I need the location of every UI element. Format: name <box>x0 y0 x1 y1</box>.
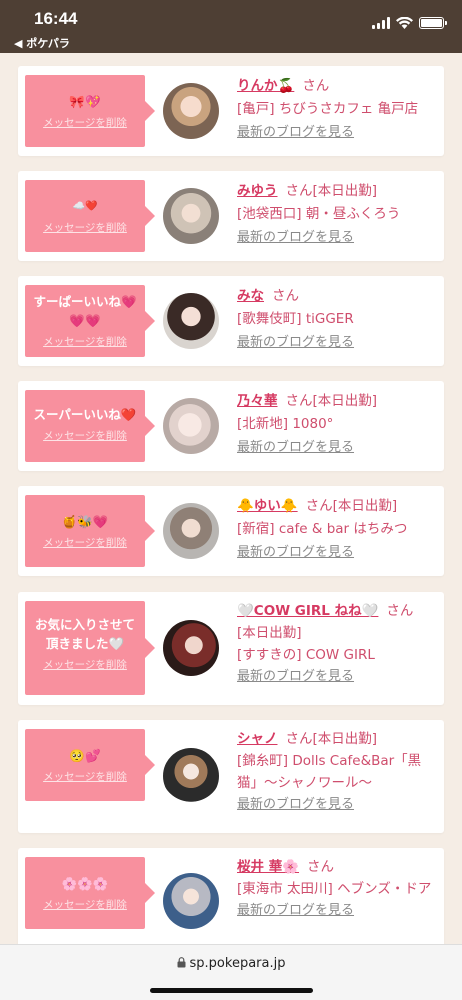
avatar[interactable] <box>163 503 219 559</box>
attendance-status: [本日出勤] <box>237 625 302 641</box>
shop-name: [池袋西口] 朝・昼ふくろう <box>237 206 401 222</box>
message-bubble: 🌸🌸🌸 メッセージを削除 <box>25 857 155 929</box>
message-bubble: すーぱーいいね💗 💗💗 メッセージを削除 <box>25 285 155 357</box>
latest-blog-link[interactable]: 最新のブログを見る <box>237 900 437 922</box>
delete-message-link[interactable]: メッセージを削除 <box>43 428 127 443</box>
cast-name-link[interactable]: みゆう <box>237 183 278 199</box>
status-icons <box>372 17 447 29</box>
card-info: みな さん [歌舞伎町] tiGGER 最新のブログを見る <box>237 285 437 354</box>
attendance-status: [本日出勤] <box>312 183 378 199</box>
status-bar: 16:44 ◀ ポケパラ <box>0 0 462 53</box>
cast-name-link[interactable]: シャノ <box>237 731 278 747</box>
attendance-status: [本日出勤] <box>312 393 378 409</box>
san-label: さん <box>386 603 414 619</box>
latest-blog-link[interactable]: 最新のブログを見る <box>237 436 437 459</box>
cast-name-link[interactable]: 🐥ゆい🐥 <box>237 498 298 514</box>
battery-icon <box>419 17 447 29</box>
san-label: さん <box>305 498 333 514</box>
card-info: 乃々華 さん[本日出勤] [北新地] 1080° 最新のブログを見る <box>237 390 437 459</box>
delete-message-link[interactable]: メッセージを削除 <box>43 115 127 130</box>
browser-bottom-bar: sp.pokepara.jp <box>0 944 462 1000</box>
cast-name-link[interactable]: みな <box>237 288 264 304</box>
message-text: 🎀💖 <box>69 94 101 109</box>
avatar[interactable] <box>163 293 219 349</box>
card-info: 桜井 華🌸 さん [東海市 太田川] ヘブンズ・ドア 最新のブログを見る <box>237 856 437 922</box>
message-card: すーぱーいいね💗 💗💗 メッセージを削除 みな さん [歌舞伎町] tiGGER … <box>18 276 444 366</box>
san-label: さん <box>307 859 335 875</box>
cast-name-link[interactable]: りんか🍒 <box>237 78 294 94</box>
cast-name-link[interactable]: 乃々華 <box>237 393 278 409</box>
avatar[interactable] <box>163 398 219 454</box>
shop-name: [北新地] 1080° <box>237 416 334 432</box>
cellular-signal-icon <box>372 17 390 29</box>
san-label: さん <box>285 183 313 199</box>
latest-blog-link[interactable]: 最新のブログを見る <box>237 541 437 564</box>
san-label: さん <box>285 731 313 747</box>
shop-name: [新宿] cafe & bar はちみつ <box>237 521 408 537</box>
latest-blog-link[interactable]: 最新のブログを見る <box>237 226 437 249</box>
message-bubble: 🥺💕 メッセージを削除 <box>25 729 155 801</box>
card-info: 🤍COW GIRL ねね🤍 さん [本日出勤] [すすきの] COW GIRL 最… <box>237 600 437 688</box>
cast-name-link[interactable]: 🤍COW GIRL ねね🤍 <box>237 603 378 619</box>
shop-name: [錦糸町] Dolls Cafe&Bar「黒猫」〜シャノワール〜 <box>237 753 422 791</box>
attendance-status: [本日出勤] <box>332 498 398 514</box>
home-indicator[interactable] <box>150 988 313 993</box>
latest-blog-link[interactable]: 最新のブログを見る <box>237 331 437 354</box>
message-text: スーパーいいね❤️ <box>33 407 137 422</box>
url-text: sp.pokepara.jp <box>189 956 286 971</box>
message-text: 🍯🐝💗 <box>61 514 109 529</box>
delete-message-link[interactable]: メッセージを削除 <box>43 657 127 672</box>
avatar[interactable] <box>163 83 219 139</box>
message-text: 🥺💕 <box>69 748 101 763</box>
avatar[interactable] <box>163 188 219 244</box>
message-bubble: お気に入りさせて 頂きました🤍 メッセージを削除 <box>25 601 155 695</box>
avatar[interactable] <box>163 873 219 929</box>
latest-blog-link[interactable]: 最新のブログを見る <box>237 666 437 688</box>
message-text: すーぱーいいね💗 💗💗 <box>33 294 137 328</box>
card-info: 🐥ゆい🐥 さん[本日出勤] [新宿] cafe & bar はちみつ 最新のブログ… <box>237 495 437 564</box>
message-card: スーパーいいね❤️ メッセージを削除 乃々華 さん[本日出勤] [北新地] 108… <box>18 381 444 471</box>
card-info: シャノ さん[本日出勤] [錦糸町] Dolls Cafe&Bar「黒猫」〜シャノ… <box>237 728 437 816</box>
attendance-status: [本日出勤] <box>312 731 378 747</box>
card-info: りんか🍒 さん [亀戸] ちびうさカフェ 亀戸店 最新のブログを見る <box>237 75 437 144</box>
message-card: 🍯🐝💗 メッセージを削除 🐥ゆい🐥 さん[本日出勤] [新宿] cafe & ba… <box>18 486 444 576</box>
san-label: さん <box>302 78 330 94</box>
card-info: みゆう さん[本日出勤] [池袋西口] 朝・昼ふくろう 最新のブログを見る <box>237 180 437 249</box>
status-time: 16:44 <box>34 9 78 28</box>
latest-blog-link[interactable]: 最新のブログを見る <box>237 121 437 144</box>
message-card: 🎀💖 メッセージを削除 りんか🍒 さん [亀戸] ちびうさカフェ 亀戸店 最新のブ… <box>18 66 444 156</box>
message-bubble: ☁️❤️ メッセージを削除 <box>25 180 155 252</box>
delete-message-link[interactable]: メッセージを削除 <box>43 334 127 349</box>
delete-message-link[interactable]: メッセージを削除 <box>43 535 127 550</box>
latest-blog-link[interactable]: 最新のブログを見る <box>237 794 437 816</box>
shop-name: [東海市 太田川] ヘブンズ・ドア <box>237 881 432 897</box>
delete-message-link[interactable]: メッセージを削除 <box>43 897 127 912</box>
message-bubble: 🍯🐝💗 メッセージを削除 <box>25 495 155 567</box>
back-to-app-link[interactable]: ◀ ポケパラ <box>14 35 70 51</box>
delete-message-link[interactable]: メッセージを削除 <box>43 220 127 235</box>
lock-icon <box>177 957 186 968</box>
message-card: お気に入りさせて 頂きました🤍 メッセージを削除 🤍COW GIRL ねね🤍 さん… <box>18 592 444 705</box>
message-card: 🥺💕 メッセージを削除 シャノ さん[本日出勤] [錦糸町] Dolls Cafe… <box>18 720 444 833</box>
shop-name: [すすきの] COW GIRL <box>237 647 375 663</box>
delete-message-link[interactable]: メッセージを削除 <box>43 769 127 784</box>
message-text: 🌸🌸🌸 <box>61 876 109 891</box>
cast-name-link[interactable]: 桜井 華🌸 <box>237 859 299 875</box>
avatar[interactable] <box>163 620 219 676</box>
shop-name: [亀戸] ちびうさカフェ 亀戸店 <box>237 101 419 117</box>
message-bubble: 🎀💖 メッセージを削除 <box>25 75 155 147</box>
message-bubble: スーパーいいね❤️ メッセージを削除 <box>25 390 155 462</box>
url-bar[interactable]: sp.pokepara.jp <box>0 956 462 971</box>
san-label: さん <box>285 393 313 409</box>
shop-name: [歌舞伎町] tiGGER <box>237 311 354 327</box>
message-card: ☁️❤️ メッセージを削除 みゆう さん[本日出勤] [池袋西口] 朝・昼ふくろう… <box>18 171 444 261</box>
avatar[interactable] <box>163 748 219 804</box>
wifi-icon <box>396 17 413 29</box>
san-label: さん <box>272 288 299 304</box>
message-text: ☁️❤️ <box>72 201 98 212</box>
message-text: お気に入りさせて 頂きました🤍 <box>34 617 135 651</box>
